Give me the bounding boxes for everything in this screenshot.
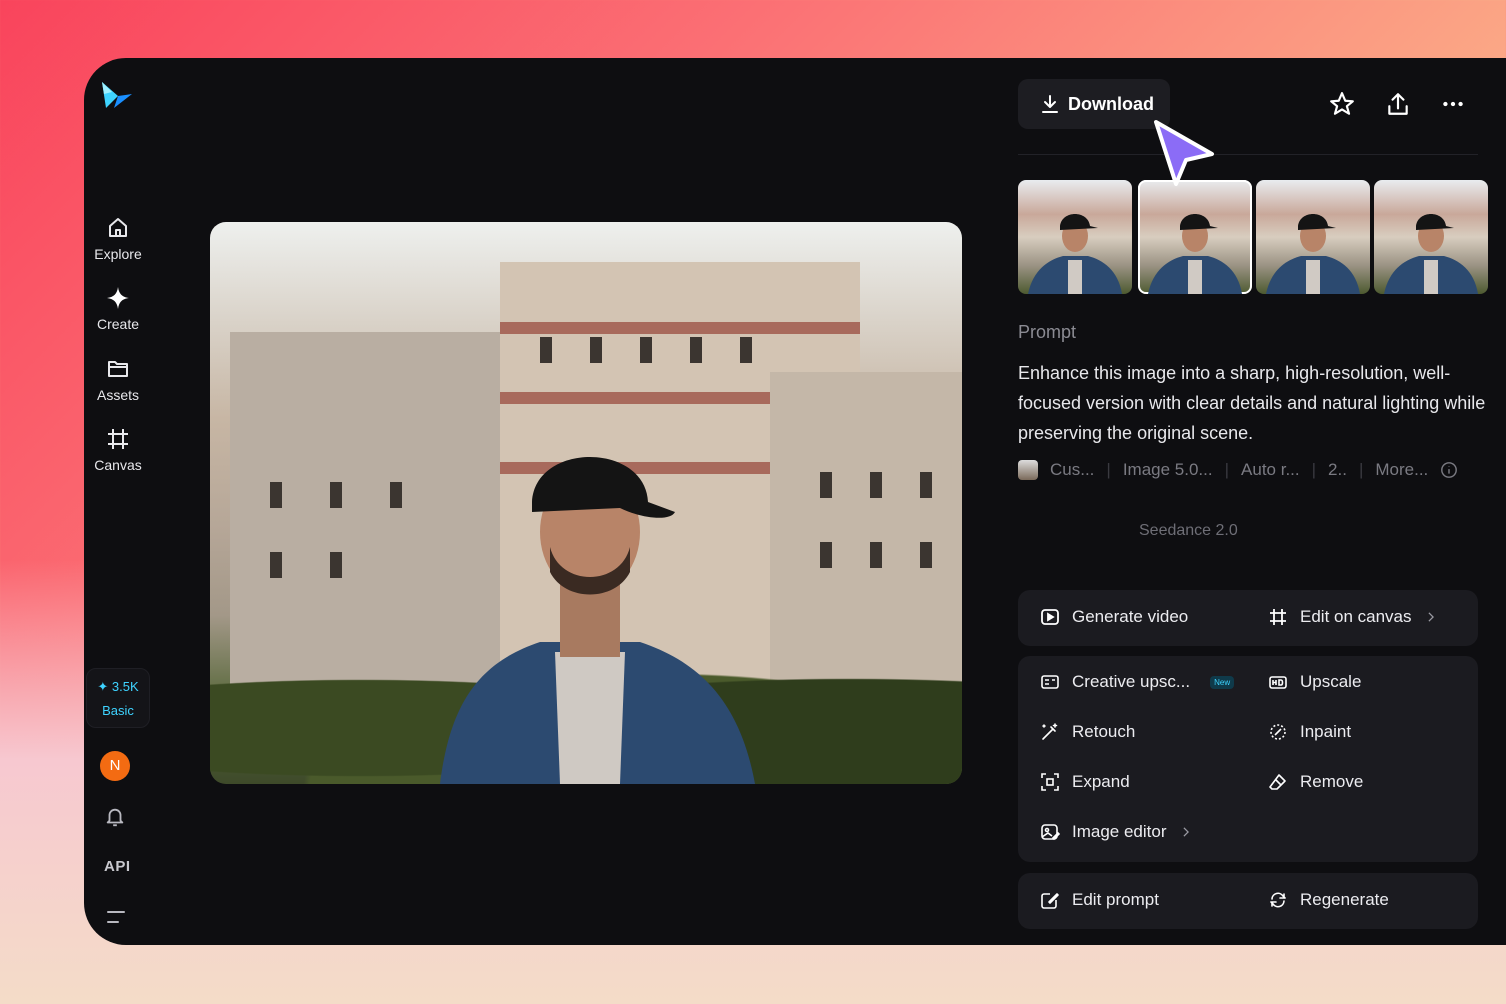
sidebar-item-canvas[interactable]: Canvas: [88, 427, 148, 473]
refresh-icon: [1270, 892, 1286, 908]
edit-prompt-button[interactable]: Edit prompt: [1040, 890, 1159, 910]
remove-button[interactable]: Remove: [1268, 772, 1363, 792]
canvas-icon: [108, 429, 128, 449]
sidebar-item-explore[interactable]: Explore: [88, 216, 148, 262]
sidebar-item-label: Create: [96, 316, 140, 332]
meta-model[interactable]: Image 5.0...: [1123, 460, 1213, 480]
credits-count: 3.5K: [111, 679, 139, 694]
retouch-button[interactable]: Retouch: [1040, 722, 1135, 742]
more-icon[interactable]: [1440, 91, 1466, 117]
chevron-right-icon: [1182, 827, 1189, 837]
reference-thumbnail-icon: [1018, 460, 1038, 480]
model-name: Seedance 2.0: [1139, 522, 1238, 539]
new-badge: New: [1210, 675, 1235, 689]
download-label: Download: [1068, 93, 1154, 114]
hd-icon: [1269, 676, 1287, 689]
sparkle-icon: [107, 287, 129, 309]
share-icon[interactable]: [1385, 91, 1411, 117]
prompt-label: Prompt: [1018, 322, 1077, 342]
meta-more[interactable]: More...: [1375, 460, 1428, 480]
sidebar-item-label: Canvas: [94, 457, 142, 473]
star-icon[interactable]: [1329, 91, 1355, 117]
expand-button[interactable]: Expand: [1040, 772, 1130, 792]
cursor-icon: [1154, 120, 1214, 186]
prompt-text: Enhance this image into a sharp, high-re…: [1018, 363, 1486, 443]
logo-icon[interactable]: [98, 78, 134, 114]
thumbnail-2[interactable]: [1138, 180, 1252, 294]
main-image[interactable]: [210, 222, 962, 784]
credits-icon: ✦: [97, 679, 109, 694]
meta-count[interactable]: 2..: [1328, 460, 1347, 480]
edit-icon: [1041, 893, 1059, 909]
home-icon: [109, 218, 127, 237]
canvas-icon: [1270, 609, 1286, 625]
upscale-button[interactable]: Upscale: [1268, 672, 1361, 692]
sidebar-item-label: Assets: [96, 387, 139, 403]
image-edit-icon: [1041, 824, 1060, 841]
image-tools-panel: Creative upsc... New Upscale Retouch Inp…: [1018, 656, 1478, 862]
creative-upscale-button[interactable]: Creative upsc... New: [1040, 672, 1235, 692]
image-editor-button[interactable]: Image editor: [1040, 822, 1193, 842]
sidebar-item-label: Explore: [94, 246, 142, 262]
thumbnail-4[interactable]: [1374, 180, 1488, 294]
generate-video-button[interactable]: Generate video: [1040, 607, 1188, 627]
inpaint-button[interactable]: Inpaint: [1268, 722, 1351, 742]
inpaint-icon: [1270, 724, 1286, 740]
bell-icon[interactable]: [104, 806, 126, 828]
person: [440, 457, 755, 784]
edit-on-canvas-button[interactable]: Edit on canvas: [1268, 607, 1438, 627]
prompt-actions-panel: Edit prompt Regenerate: [1018, 873, 1478, 929]
plan-tier: Basic: [102, 703, 134, 718]
video-actions-panel: Generate video Edit on canvas: [1018, 590, 1478, 646]
download-icon: [1042, 95, 1058, 113]
info-icon[interactable]: [1440, 461, 1458, 479]
generation-meta: Cus... | Image 5.0... | Auto r... | 2.. …: [1018, 460, 1488, 480]
magic-wand-icon: [1042, 723, 1058, 740]
sidebar-item-assets[interactable]: Assets: [88, 357, 148, 403]
regenerate-button[interactable]: Regenerate: [1268, 890, 1389, 910]
creative-upscale-icon: [1041, 675, 1059, 689]
divider: [1018, 154, 1478, 155]
api-link[interactable]: API: [104, 858, 131, 875]
folder-icon: [108, 361, 128, 377]
sidebar-item-create[interactable]: Create: [88, 286, 148, 332]
chevron-right-icon: [1427, 612, 1434, 622]
menu-icon[interactable]: [106, 910, 126, 924]
app-window: Explore Create Assets Canvas ✦ 3.5K Basi…: [84, 58, 1506, 945]
play-icon: [1041, 609, 1059, 625]
download-button[interactable]: Download: [1018, 79, 1170, 129]
avatar[interactable]: N: [100, 751, 130, 781]
credits-badge[interactable]: ✦ 3.5K Basic: [86, 668, 150, 728]
expand-icon: [1041, 773, 1059, 791]
meta-style[interactable]: Cus...: [1050, 460, 1094, 480]
eraser-icon: [1269, 774, 1286, 790]
meta-ratio[interactable]: Auto r...: [1241, 460, 1300, 480]
thumbnail-1[interactable]: [1018, 180, 1132, 294]
thumbnail-3[interactable]: [1256, 180, 1370, 294]
